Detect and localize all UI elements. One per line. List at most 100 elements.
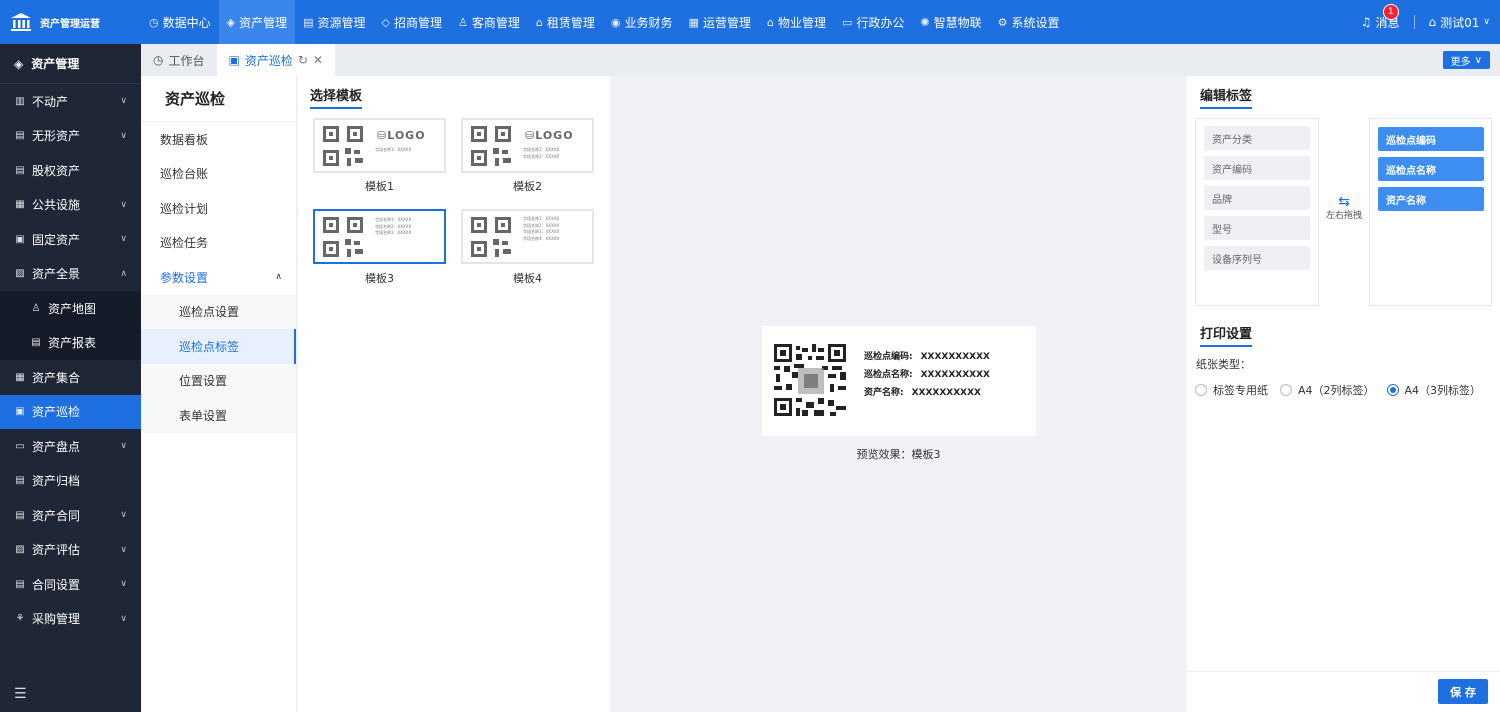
user-menu[interactable]: ⌂ 测试01 ∨ (1429, 14, 1491, 31)
selected-field-chip[interactable]: 巡检点名称 (1378, 157, 1484, 181)
available-field-chip[interactable]: 品牌 (1204, 186, 1310, 210)
subnav-item-params[interactable]: 参数设置 ∧ (141, 260, 296, 295)
paper-option-a4-2col[interactable]: A4（2列标签） (1280, 382, 1375, 398)
refresh-icon[interactable]: ↻ (298, 53, 308, 67)
template-fields: 字段名称1：XXXXX 字段名称2：XXXXX (523, 147, 559, 160)
template-panel: 选择模板 ⛁LOGO 字段名称1：XXXXX 模板1 ⛁LOGO 字段名称1：X… (298, 76, 610, 712)
subnav-item-label: 参数设置 (160, 270, 209, 285)
label-field-key: 巡检点编码: (864, 352, 913, 362)
paper-type-radio-group: 标签专用纸 A4（2列标签） A4（3列标签） (1195, 382, 1481, 398)
sidebar-item-label: 不动产 (32, 94, 69, 109)
logo-placeholder: ⛁LOGO (525, 129, 574, 142)
template-fields: 字段名称1：XXXXX (375, 147, 411, 154)
template-card-4[interactable]: 字段名称1：XXXXX 字段名称2：XXXXX 字段名称3：XXXXX 字段名称4：X… (461, 209, 594, 264)
paper-option-label-paper[interactable]: 标签专用纸 (1195, 382, 1268, 398)
sidebar-item-asset-evaluation[interactable]: ▨ 资产评估 ∨ (0, 533, 141, 568)
sidebar-item-asset-collection[interactable]: ▦ 资产集合 (0, 360, 141, 395)
sidebar-item-label: 股权资产 (32, 163, 81, 178)
qr-icon: ▣ (15, 406, 25, 418)
template-card-3[interactable]: 字段名称1：XXXXX 字段名称2：XXXXX 字段名称3：XXXXX (313, 209, 446, 264)
sidebar-item-panorama[interactable]: ▨ 资产全景 ∧ (0, 257, 141, 292)
sidebar-item-contract-settings[interactable]: ▤ 合同设置 ∨ (0, 567, 141, 602)
clipboard-icon: ▭ (15, 440, 25, 452)
paper-option-a4-3col[interactable]: A4（3列标签） (1386, 382, 1481, 398)
topnav-item-operation[interactable]: ▦ 运营管理 (681, 0, 759, 44)
top-right: ♫ 消息 1 ⌂ 测试01 ∨ (1361, 0, 1490, 44)
settings-doc-icon: ▤ (15, 578, 25, 590)
sidebar-item-procurement[interactable]: ⚘ 采购管理 ∨ (0, 602, 141, 637)
topnav-item-lease[interactable]: ⌂ 租赁管理 (528, 0, 603, 44)
footer-divider (1187, 671, 1500, 672)
sidebar-item-asset-map[interactable]: ♙ 资产地图 (0, 291, 141, 326)
selected-field-chip[interactable]: 巡检点编码 (1378, 127, 1484, 151)
subnav-sub-form[interactable]: 表单设置 (141, 398, 296, 433)
selected-field-chip[interactable]: 资产名称 (1378, 187, 1484, 211)
tag-icon: ◇ (381, 15, 390, 29)
topnav-item-invest[interactable]: ◇ 招商管理 (374, 0, 450, 44)
logo-placeholder: ⛁LOGO (377, 129, 426, 142)
bank-icon (11, 13, 31, 31)
topnav-item-property[interactable]: ⌂ 物业管理 (759, 0, 834, 44)
sidebar-item-equity[interactable]: ▤ 股权资产 (0, 153, 141, 188)
template-card-2[interactable]: ⛁LOGO 字段名称1：XXXXX 字段名称2：XXXXX (461, 118, 594, 173)
tabs-more-button[interactable]: 更多 ∨ (1442, 51, 1490, 69)
chevron-down-icon: ∨ (1474, 54, 1482, 66)
cube-icon: ◈ (14, 56, 24, 71)
close-icon[interactable]: ✕ (313, 53, 323, 67)
sidebar-item-intangible[interactable]: ▤ 无形资产 ∨ (0, 119, 141, 154)
topnav-item-merchant[interactable]: ♙ 客商管理 (450, 0, 528, 44)
sidebar-item-asset-count[interactable]: ▭ 资产盘点 ∨ (0, 429, 141, 464)
topnav-label: 运营管理 (702, 15, 751, 30)
template-label-3: 模板3 (365, 272, 394, 285)
radio-circle-selected (1386, 384, 1399, 396)
topnav-item-settings[interactable]: ⚙ 系统设置 (990, 0, 1068, 44)
subnav-item-ledger[interactable]: 巡检台账 (141, 157, 296, 192)
cart-icon: ⚘ (15, 613, 25, 625)
template-field: 字段名称1：XXXXX (523, 147, 560, 152)
save-button[interactable]: 保 存 (1438, 679, 1488, 704)
sidebar-item-asset-inspection[interactable]: ▣ 资产巡检 (0, 394, 141, 429)
subnav-item-dashboard[interactable]: 数据看板 (141, 122, 296, 157)
sidebar-item-asset-report[interactable]: ▤ 资产报表 (0, 325, 141, 360)
subnav-sub-point-label[interactable]: 巡检点标签 (141, 329, 296, 364)
messages-button[interactable]: ♫ 消息 1 (1361, 3, 1400, 31)
sidebar-item-public-facility[interactable]: ▦ 公共设施 ∨ (0, 188, 141, 223)
available-field-chip[interactable]: 型号 (1204, 216, 1310, 240)
template-label-2: 模板2 (513, 180, 542, 193)
preview-area: 巡检点编码: XXXXXXXXXX 巡检点名称: XXXXXXXXXX 资产名称: X… (610, 76, 1187, 712)
available-field-chip[interactable]: 设备序列号 (1204, 246, 1310, 270)
subnav-sub-location[interactable]: 位置设置 (141, 363, 296, 398)
topnav-item-office[interactable]: ▭ 行政办公 (834, 0, 912, 44)
topnav-item-resource[interactable]: ▤ 资源管理 (295, 0, 373, 44)
sidebar-item-label: 公共设施 (32, 198, 81, 213)
tab-label: 资产巡检 (244, 53, 293, 68)
chart-icon: ▤ (303, 15, 314, 29)
top-nav: ◷ 数据中心 ◈ 资产管理 ▤ 资源管理 ◇ 招商管理 ♙ 客商管理 ⌂ 租赁管理 ◉ 业务财… (141, 0, 1068, 44)
evaluation-icon: ▨ (15, 544, 25, 556)
tab-workbench[interactable]: ◷ 工作台 (141, 44, 217, 76)
topnav-item-asset-mgmt[interactable]: ◈ 资产管理 (218, 0, 296, 44)
sidebar-item-label: 资产集合 (32, 370, 81, 385)
subnav-item-plan[interactable]: 巡检计划 (141, 191, 296, 226)
collapse-menu-icon[interactable]: ☰ (14, 686, 27, 702)
sidebar-item-asset-contract[interactable]: ▤ 资产合同 ∨ (0, 498, 141, 533)
topnav-item-iot[interactable]: ✺ 智慧物联 (912, 0, 989, 44)
tab-asset-inspection[interactable]: ▣ 资产巡检 ↻ ✕ (216, 44, 335, 76)
brand[interactable]: 资产管理运营 (0, 0, 141, 44)
available-field-chip[interactable]: 资产分类 (1204, 126, 1310, 150)
sidebar-item-asset-archive[interactable]: ▤ 资产归档 (0, 464, 141, 499)
contract-icon: ▤ (15, 509, 25, 521)
sidebar-item-fixed-asset[interactable]: ▣ 固定资产 ∨ (0, 222, 141, 257)
available-field-chip[interactable]: 资产编码 (1204, 156, 1310, 180)
sidebar-item-real-estate[interactable]: ▥ 不动产 ∨ (0, 84, 141, 119)
qr-code-icon (471, 126, 511, 166)
subnav-item-task[interactable]: 巡检任务 (141, 226, 296, 261)
chevron-up-icon: ∧ (120, 268, 127, 279)
topnav-label: 客商管理 (471, 15, 520, 30)
subnav-sub-point-settings[interactable]: 巡检点设置 (141, 294, 296, 329)
tabs-bar: ◷ 工作台 ▣ 资产巡检 ↻ ✕ 更多 ∨ (141, 44, 1500, 76)
topnav-item-data-center[interactable]: ◷ 数据中心 (141, 0, 219, 44)
template-card-1[interactable]: ⛁LOGO 字段名称1：XXXXX (313, 118, 446, 173)
topnav-item-finance[interactable]: ◉ 业务财务 (603, 0, 681, 44)
chevron-up-icon: ∧ (275, 272, 282, 283)
